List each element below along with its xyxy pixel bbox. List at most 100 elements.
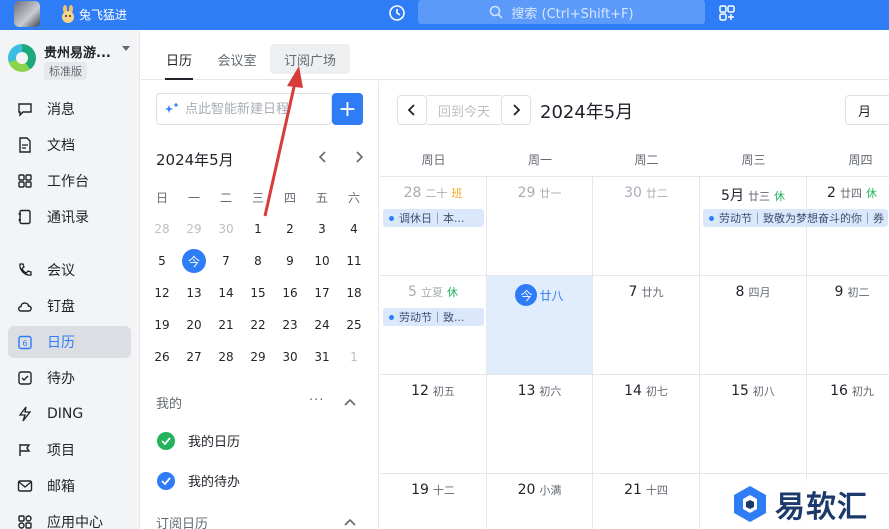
mini-day[interactable]: 8 bbox=[242, 245, 274, 277]
calendar-day[interactable]: 7 廿九 bbox=[593, 276, 700, 375]
next-month-button[interactable] bbox=[501, 95, 531, 125]
mini-day-today[interactable]: 今 bbox=[178, 245, 210, 277]
mini-day[interactable]: 13 bbox=[178, 277, 210, 309]
mini-day[interactable]: 10 bbox=[306, 245, 338, 277]
mini-day[interactable]: 22 bbox=[242, 309, 274, 341]
mini-day[interactable]: 29 bbox=[242, 341, 274, 373]
calendar-day-today[interactable]: 今廿八 bbox=[487, 276, 593, 375]
nav-item-mail[interactable]: 邮箱 bbox=[8, 470, 131, 502]
chevron-up-icon[interactable] bbox=[343, 397, 357, 407]
todo-icon bbox=[16, 369, 34, 387]
add-schedule-button[interactable]: + bbox=[332, 93, 363, 125]
my-calendar-item[interactable]: 我的日历 bbox=[157, 431, 240, 450]
lunar-date: 十二 bbox=[432, 484, 455, 497]
mini-day[interactable]: 12 bbox=[146, 277, 178, 309]
nav-item-meeting[interactable]: 会议 bbox=[8, 254, 131, 286]
quick-add-schedule[interactable] bbox=[156, 93, 332, 125]
calendar-day[interactable]: 30 廿二 bbox=[593, 177, 700, 276]
mini-day[interactable]: 4 bbox=[338, 213, 370, 245]
calendar-day[interactable]: 2 廿四休 bbox=[807, 177, 889, 276]
mini-day[interactable]: 17 bbox=[306, 277, 338, 309]
organization-switcher[interactable]: 贵州易游... 标准版 bbox=[8, 40, 134, 82]
mini-day[interactable]: 1 bbox=[338, 341, 370, 373]
calendar-day[interactable]: 21 十四 bbox=[593, 474, 700, 529]
nav-item-ding[interactable]: DING bbox=[8, 398, 131, 430]
nav-item-cloud-drive[interactable]: 钉盘 bbox=[8, 290, 131, 322]
tab-subscribe-square[interactable]: 订阅广场 bbox=[270, 44, 350, 74]
mini-day[interactable]: 31 bbox=[306, 341, 338, 373]
global-search-bar[interactable]: 搜索 (Ctrl+Shift+F) bbox=[418, 0, 705, 24]
mini-day[interactable]: 3 bbox=[306, 213, 338, 245]
mini-day[interactable]: 26 bbox=[146, 341, 178, 373]
mini-prev-month-button[interactable] bbox=[315, 149, 331, 165]
calendar-day[interactable]: 29 廿一 bbox=[487, 177, 593, 276]
mini-day[interactable]: 28 bbox=[146, 213, 178, 245]
mini-day[interactable]: 16 bbox=[274, 277, 306, 309]
check-icon[interactable] bbox=[157, 431, 175, 450]
history-icon[interactable] bbox=[388, 4, 406, 22]
weekday-label: 周日 bbox=[421, 153, 446, 167]
tab-meeting-room[interactable]: 会议室 bbox=[216, 44, 258, 74]
prev-month-button[interactable] bbox=[397, 95, 427, 125]
calendar-day[interactable]: 9 初二 bbox=[807, 276, 889, 375]
calendar-day[interactable]: 15 初八 bbox=[700, 375, 807, 474]
nav-item-calendar[interactable]: 6 日历 bbox=[8, 326, 131, 358]
quick-add-input[interactable] bbox=[185, 101, 325, 117]
mini-next-month-button[interactable] bbox=[351, 149, 367, 165]
mini-day[interactable]: 27 bbox=[178, 341, 210, 373]
caret-down-icon[interactable] bbox=[122, 46, 130, 52]
mini-day[interactable]: 19 bbox=[146, 309, 178, 341]
calendar-day[interactable]: 28 二十班调休日｜本... bbox=[380, 177, 487, 276]
mini-day[interactable]: 9 bbox=[274, 245, 306, 277]
mini-day[interactable]: 30 bbox=[210, 213, 242, 245]
nav-item-workbench[interactable]: 工作台 bbox=[8, 165, 131, 197]
mini-day[interactable]: 1 bbox=[242, 213, 274, 245]
mini-day[interactable]: 5 bbox=[146, 245, 178, 277]
mini-day[interactable]: 30 bbox=[274, 341, 306, 373]
mini-day[interactable]: 7 bbox=[210, 245, 242, 277]
mini-day[interactable]: 2 bbox=[274, 213, 306, 245]
nav-item-document[interactable]: 文档 bbox=[8, 129, 131, 161]
mini-day[interactable]: 18 bbox=[338, 277, 370, 309]
mini-day[interactable]: 23 bbox=[274, 309, 306, 341]
calendar-event[interactable]: 调休日｜本... bbox=[383, 209, 484, 227]
nav-item-todo[interactable]: 待办 bbox=[8, 362, 131, 394]
ding-icon bbox=[16, 405, 34, 423]
check-icon[interactable] bbox=[157, 471, 175, 490]
calendar-day[interactable]: 13 初六 bbox=[487, 375, 593, 474]
my-todo-item[interactable]: 我的待办 bbox=[157, 471, 240, 490]
view-mode-select[interactable]: 月 bbox=[845, 95, 889, 125]
calendar-day[interactable]: 20 小满 bbox=[487, 474, 593, 529]
calendar-day[interactable]: 5 立夏休劳动节｜致... bbox=[380, 276, 487, 375]
mini-day[interactable]: 14 bbox=[210, 277, 242, 309]
mini-day[interactable]: 20 bbox=[178, 309, 210, 341]
tab-calendar[interactable]: 日历 bbox=[165, 44, 193, 80]
mini-day[interactable]: 11 bbox=[338, 245, 370, 277]
nav-item-label: 项目 bbox=[47, 443, 75, 459]
calendar-day[interactable]: 19 十二 bbox=[380, 474, 487, 529]
calendar-day[interactable]: 14 初七 bbox=[593, 375, 700, 474]
mini-day-number: 19 bbox=[154, 318, 170, 332]
mini-day[interactable]: 21 bbox=[210, 309, 242, 341]
calendar-day[interactable]: 5月 廿三休劳动节｜致敬为梦想奋斗的你｜券 bbox=[700, 177, 888, 276]
calendar-day[interactable]: 12 初五 bbox=[380, 375, 487, 474]
back-to-today-button[interactable]: 回到今天 bbox=[427, 95, 501, 125]
nav-item-project[interactable]: 项目 bbox=[8, 434, 131, 466]
chevron-up-icon[interactable] bbox=[343, 517, 357, 527]
apps-grid-icon[interactable] bbox=[718, 4, 736, 22]
nav-item-contacts[interactable]: 通讯录 bbox=[8, 201, 131, 233]
calendar-day[interactable]: 8 四月 bbox=[700, 276, 807, 375]
nav-item-app-center[interactable]: 应用中心 bbox=[8, 506, 131, 529]
calendar-day[interactable]: 16 初九 bbox=[807, 375, 889, 474]
nav-item-message[interactable]: 消息 bbox=[8, 93, 131, 125]
mini-day[interactable]: 25 bbox=[338, 309, 370, 341]
mini-day[interactable]: 24 bbox=[306, 309, 338, 341]
mini-day[interactable]: 15 bbox=[242, 277, 274, 309]
mini-day[interactable]: 29 bbox=[178, 213, 210, 245]
calendar-event[interactable]: 劳动节｜致... bbox=[383, 308, 484, 326]
watermark-logo bbox=[734, 486, 766, 522]
my-section-more-button[interactable]: ··· bbox=[309, 393, 324, 408]
status-text[interactable]: 兔飞猛进 bbox=[79, 6, 127, 23]
user-avatar[interactable] bbox=[14, 1, 40, 27]
mini-day[interactable]: 28 bbox=[210, 341, 242, 373]
